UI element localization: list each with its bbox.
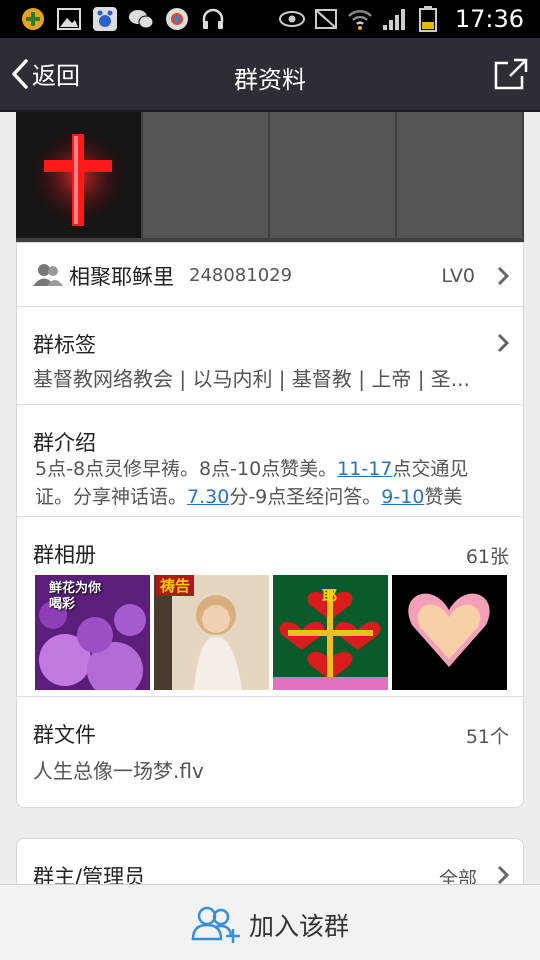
latest-file-name: 人生总像一场梦.flv (33, 759, 204, 783)
group-level-badge: LV0 (441, 265, 475, 287)
group-name: 相聚耶稣里 (69, 265, 174, 289)
album-thumb-caption: 祷告 (156, 575, 195, 596)
group-photo-strip (16, 112, 524, 242)
join-group-button[interactable]: 加入该群 (0, 905, 540, 945)
plus-app-icon (20, 7, 46, 31)
intro-text-segment: 点交通见 (392, 458, 469, 480)
album-thumbnails: 鲜花为你喝彩 祷告 耶 (35, 575, 507, 690)
intro-text-segment: 分-9点圣经问答。 (229, 486, 382, 508)
group-photo-empty (270, 112, 395, 238)
group-members-icon (33, 264, 63, 286)
admins-label: 群主/管理员 (33, 865, 146, 884)
mute-icon (313, 7, 339, 31)
browser-icon (164, 7, 190, 31)
admins-card: 群主/管理员 全部 (16, 838, 524, 884)
group-avatar-photo[interactable] (16, 112, 141, 238)
add-group-icon (191, 906, 240, 943)
intro-text-segment: 证。分享神话语。 (35, 486, 188, 508)
battery-icon (415, 6, 441, 32)
files-count: 51个 (465, 726, 509, 748)
share-button[interactable] (494, 58, 528, 94)
album-count: 61张 (465, 546, 509, 568)
chevron-right-icon (497, 333, 509, 353)
group-admins-row[interactable]: 群主/管理员 全部 (17, 839, 525, 884)
headphones-icon (200, 7, 226, 31)
group-intro-row: 群介绍 5点-8点灵修早祷。8点-10点赞美。11-17点交通见 证。分享神话语… (17, 405, 525, 517)
group-photo-empty (397, 112, 522, 238)
intro-text: 5点-8点灵修早祷。8点-10点赞美。11-17点交通见 证。分享神话语。7.3… (35, 455, 515, 511)
tags-label: 群标签 (33, 333, 96, 357)
page-title: 群资料 (234, 66, 306, 94)
files-label: 群文件 (33, 723, 96, 747)
album-thumb-hearts-cross[interactable]: 耶 (273, 575, 388, 690)
album-thumb-caption: 鲜花为你喝彩 (49, 581, 102, 612)
group-photo-empty (143, 112, 268, 238)
title-bar: 返回 群资料 (0, 38, 540, 112)
album-label: 群相册 (33, 543, 96, 567)
eye-icon (278, 7, 305, 31)
group-info-card: 相聚耶稣里 248081029 LV0 群标签 基督教网络教会 | 以马内利 |… (16, 242, 525, 809)
intro-text-segment: 5点-8点灵修早祷。8点-10点赞美。 (35, 458, 338, 480)
signal-icon (381, 7, 407, 31)
intro-link[interactable]: 7.30 (187, 486, 229, 508)
clock: 17:36 (454, 5, 524, 33)
baidu-icon (92, 7, 118, 31)
intro-link[interactable]: 9-10 (381, 486, 424, 508)
wechat-icon (128, 7, 154, 31)
album-thumb-heart[interactable] (392, 575, 507, 690)
chevron-right-icon (497, 865, 509, 884)
chevron-right-icon (497, 266, 509, 286)
group-tags-row[interactable]: 群标签 基督教网络教会 | 以马内利 | 基督教 | 上帝 | 圣... (17, 307, 525, 405)
album-thumb-prayer-girl[interactable]: 祷告 (154, 575, 269, 690)
group-id: 248081029 (189, 265, 293, 286)
join-group-label: 加入该群 (248, 912, 349, 941)
tags-value: 基督教网络教会 | 以马内利 | 基督教 | 上帝 | 圣... (33, 367, 470, 391)
intro-label: 群介绍 (33, 431, 96, 455)
album-thumb-flower[interactable]: 鲜花为你喝彩 (35, 575, 150, 690)
group-files-row[interactable]: 群文件 51个 人生总像一场梦.flv (17, 697, 525, 809)
intro-text-segment: 赞美 (424, 486, 463, 508)
admins-value: 全部 (438, 868, 477, 884)
share-icon (494, 58, 528, 90)
album-thumb-caption: 耶 (322, 587, 338, 605)
group-profile-content[interactable]: 相聚耶稣里 248081029 LV0 群标签 基督教网络教会 | 以马内利 |… (0, 112, 540, 884)
intro-link[interactable]: 11-17 (337, 458, 392, 480)
group-name-row[interactable]: 相聚耶稣里 248081029 LV0 (17, 243, 525, 307)
status-bar: 17:36 (0, 0, 540, 38)
bottom-action-bar: 加入该群 (0, 884, 540, 960)
wifi-icon (347, 7, 373, 31)
gallery-icon (56, 7, 82, 31)
